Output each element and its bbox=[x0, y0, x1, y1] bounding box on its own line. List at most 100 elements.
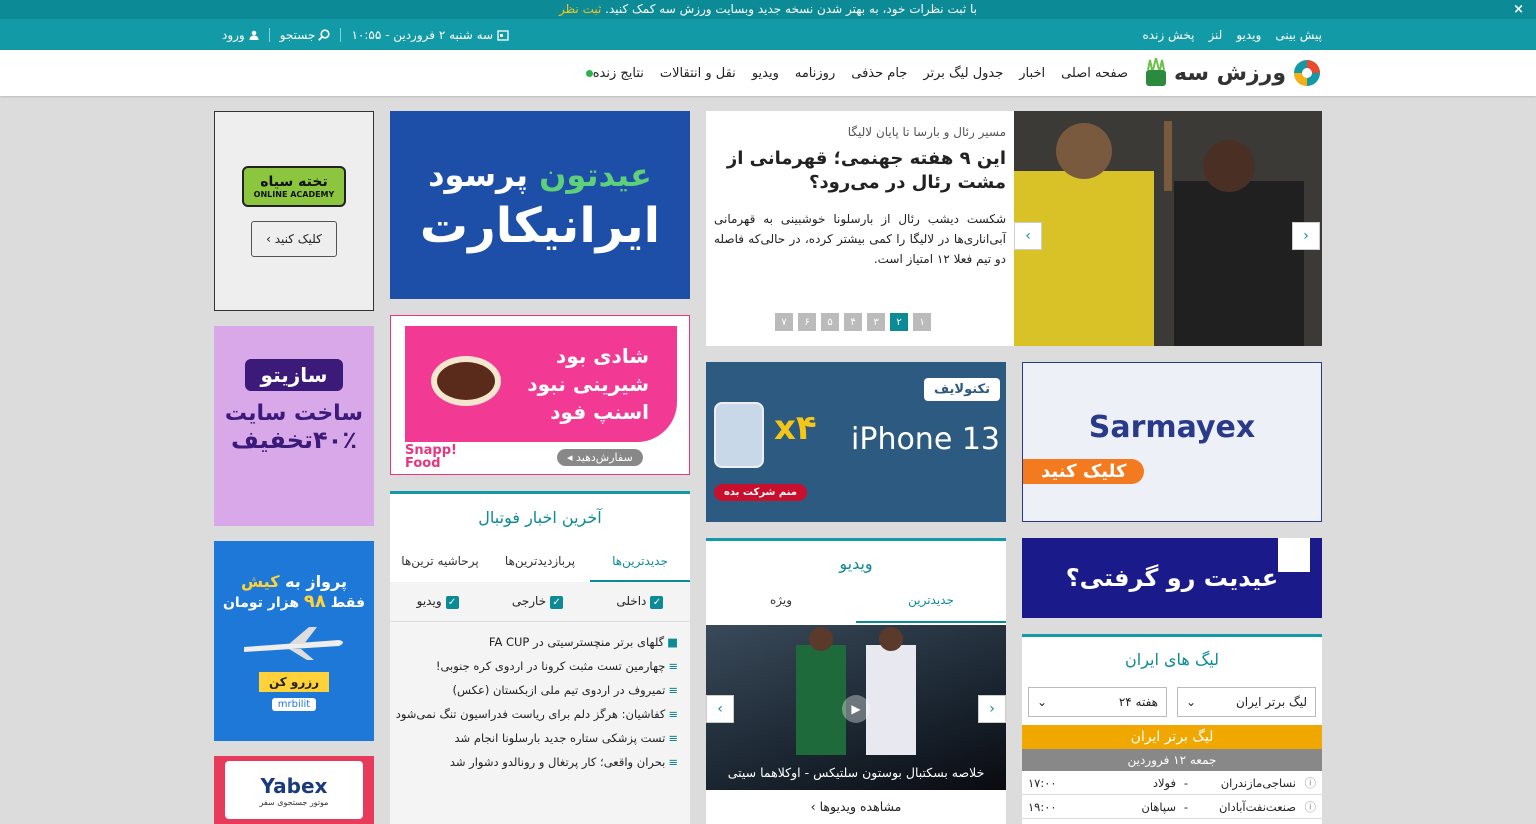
news-item[interactable]: ≡بحران واقعی؛ کار پرتغال و رونالدو دشوار… bbox=[390, 750, 690, 774]
play-icon[interactable]: ▶ bbox=[842, 695, 870, 723]
sazito-ad[interactable]: سازیتو ساخت سایت ۴۰٪تخفیف bbox=[214, 326, 374, 526]
logo-icon bbox=[1294, 60, 1320, 86]
news-item[interactable]: ■گلهای برتر منچسترسیتی در FA CUP bbox=[390, 630, 690, 654]
technolife-ad[interactable]: تکنولایف iPhone 13 x۴ منم شرکت بده bbox=[706, 362, 1006, 522]
home-team: نساجی‌مازندران bbox=[1220, 775, 1296, 790]
nav-video[interactable]: ویدیو bbox=[752, 66, 779, 81]
slider-page[interactable]: ۵ bbox=[821, 313, 839, 331]
video-prev-button[interactable]: ‹ bbox=[706, 695, 734, 723]
topbar-link-prediction[interactable]: پیش بینی bbox=[1275, 28, 1322, 42]
nav-newspaper[interactable]: روزنامه bbox=[795, 66, 835, 81]
news-item[interactable]: ≡تست پزشکی ستاره جدید بارسلونا انجام شد bbox=[390, 726, 690, 750]
divider bbox=[268, 27, 270, 42]
filter-foreign[interactable]: ✓خارجی bbox=[511, 594, 564, 609]
main-nav: ورزش سه صفحه اصلی اخبار جدول لیگ برتر جا… bbox=[0, 50, 1536, 96]
league-title: لیگ های ایران bbox=[1125, 650, 1219, 669]
mrbilit-ad[interactable]: پرواز به کیش فقط ۹۸ هزار تومان رزرو کن m… bbox=[214, 541, 374, 741]
nav-home[interactable]: صفحه اصلی bbox=[1061, 66, 1128, 81]
technolife-x4: x۴ bbox=[774, 408, 817, 448]
filter-label: خارجی bbox=[511, 594, 547, 608]
feedback-link[interactable]: ثبت نظر bbox=[559, 2, 601, 16]
sarmayex-click-button[interactable]: کلیک کنید bbox=[1023, 459, 1145, 484]
yabex-brand: Yabex bbox=[260, 773, 328, 798]
filter-label: داخلی bbox=[616, 594, 647, 608]
tab-video-latest[interactable]: جدیدترین bbox=[856, 587, 1006, 623]
filter-domestic[interactable]: ✓داخلی bbox=[616, 594, 664, 609]
slider-page[interactable]: ۱ bbox=[913, 313, 931, 331]
iranicard-porsud: پرسود bbox=[428, 156, 528, 194]
snappfood-order-button[interactable]: سفارش‌دهید ◂ bbox=[557, 449, 643, 466]
chevron-left-icon: ‹ bbox=[717, 701, 723, 717]
tab-most-viewed[interactable]: پربازدیدترین‌ها bbox=[490, 542, 590, 582]
nav-live-results[interactable]: نتایج زنده bbox=[582, 66, 644, 81]
nav-league-table[interactable]: جدول لیگ برتر bbox=[923, 66, 1003, 81]
home-team: صنعت‌نفت‌آبادان bbox=[1218, 799, 1296, 814]
filter-video[interactable]: ✓ویدیو bbox=[417, 594, 459, 609]
mrbilit-fly: پرواز به bbox=[285, 571, 347, 591]
slider-page[interactable]: ۷ bbox=[775, 313, 793, 331]
site-logo[interactable]: ورزش سه bbox=[1144, 58, 1322, 88]
league-select[interactable]: لیگ برتر ایران ⌄ bbox=[1177, 687, 1316, 717]
news-item[interactable]: ≡چهارمین تست مثبت کرونا در اردوی کره جنو… bbox=[390, 654, 690, 678]
news-filters: ✓داخلی ✓خارجی ✓ویدیو bbox=[390, 582, 690, 622]
news-title: کفاشیان: هرگز دلم برای ریاست فدراسیون تن… bbox=[395, 707, 666, 721]
nav-news[interactable]: اخبار bbox=[1019, 66, 1045, 81]
snappfood-line: شیرینی نبود bbox=[527, 372, 649, 396]
news-item[interactable]: ≡کفاشیان: هرگز دلم برای ریاست فدراسیون ت… bbox=[390, 702, 690, 726]
video-thumbnail[interactable]: ▶ خلاصه بسکتبال بوستون سلتیکس - اوکلاهما… bbox=[706, 625, 1006, 790]
slider-page[interactable]: ۴ bbox=[844, 313, 862, 331]
search-button[interactable]: جستجو bbox=[280, 28, 331, 42]
technolife-cta-button[interactable]: منم شرکت بده bbox=[714, 484, 807, 501]
iranicard-ad[interactable]: عیدتون پرسود ایرانیکارت bbox=[390, 111, 690, 299]
info-icon[interactable]: ⓘ bbox=[1296, 799, 1317, 815]
mrbilit-price: ۹۸ bbox=[303, 590, 326, 612]
sarmayex-ad[interactable]: Sarmayex کلیک کنید bbox=[1022, 362, 1322, 522]
nav-hazfi-cup[interactable]: جام حذفی bbox=[851, 66, 907, 81]
slider-page[interactable]: ۳ bbox=[867, 313, 885, 331]
mrbilit-book-button[interactable]: رزرو کن bbox=[258, 671, 330, 692]
text-icon: ≡ bbox=[668, 755, 678, 769]
match-row[interactable]: ⓘ نساجی‌مازندران - فولاد ۱۷:۰۰ bbox=[1022, 771, 1322, 795]
more-videos-link[interactable]: مشاهده ویدیوها › bbox=[706, 799, 1006, 814]
checkbox-checked-icon: ✓ bbox=[550, 596, 564, 609]
slider-page-active[interactable]: ۲ bbox=[890, 313, 908, 331]
text-icon: ≡ bbox=[668, 659, 678, 673]
slider-prev-button[interactable]: ‹ bbox=[1014, 222, 1042, 250]
news-item[interactable]: ≡تمیروف در اردوی تیم ملی ازبکستان (عکس) bbox=[390, 678, 690, 702]
slider-page[interactable]: ۶ bbox=[798, 313, 816, 331]
close-icon[interactable]: × bbox=[1513, 0, 1524, 19]
academy-brand: تخته سیاه bbox=[260, 173, 328, 190]
academy-click-button[interactable]: کلیک کنید › bbox=[251, 220, 337, 257]
academy-ad[interactable]: تخته سیاه ONLINE ACADEMY کلیک کنید › bbox=[214, 111, 374, 311]
chevron-left-icon: ‹ bbox=[1025, 228, 1031, 244]
match-row[interactable]: ⓘ صنعت‌نفت‌آبادان - سپاهان ۱۹:۰۰ bbox=[1022, 795, 1322, 819]
topbar-link-live[interactable]: پخش زنده bbox=[1143, 28, 1195, 42]
week-select[interactable]: هفته ۲۴ ⌄ bbox=[1028, 687, 1167, 717]
snappfood-ad[interactable]: شادی بود شیرینی نبود اسنپ فود Snapp! Foo… bbox=[390, 315, 690, 475]
chevron-down-icon: ⌄ bbox=[1186, 695, 1197, 709]
tab-video-special[interactable]: ویژه bbox=[706, 587, 856, 623]
yabex-sub: موتور جستجوی سفر bbox=[259, 797, 329, 807]
info-icon[interactable]: ⓘ bbox=[1296, 775, 1317, 791]
away-team: سپاهان bbox=[1141, 799, 1176, 814]
login-label: ورود bbox=[222, 27, 245, 42]
topbar-link-lens[interactable]: لنز bbox=[1208, 28, 1222, 42]
slider-title[interactable]: این ۹ هفته جهنمی؛ قهرمانی از مشت رئال در… bbox=[714, 147, 1006, 195]
sazito-logo: سازیتو bbox=[244, 358, 344, 391]
cake-icon bbox=[431, 356, 501, 406]
mrbilit-brand: mrbilit bbox=[271, 697, 317, 711]
yabex-ad[interactable]: Yabex موتور جستجوی سفر bbox=[214, 756, 374, 824]
nav-transfers[interactable]: نقل و انتقالات bbox=[660, 66, 736, 81]
academy-logo: تخته سیاه ONLINE ACADEMY bbox=[241, 165, 347, 207]
chevron-down-icon: ⌄ bbox=[1037, 695, 1048, 709]
faraz-ad[interactable]: عیدیت رو گرفتی؟ bbox=[1022, 538, 1322, 618]
slider-image[interactable] bbox=[1014, 111, 1322, 346]
tab-latest[interactable]: جدیدترین‌ها bbox=[590, 542, 690, 582]
iranicard-line1: عیدتون پرسود bbox=[428, 156, 652, 194]
video-next-button[interactable]: › bbox=[978, 695, 1006, 723]
login-button[interactable]: ورود bbox=[222, 28, 259, 42]
tab-controversial[interactable]: پرحاشیه ترین‌ها bbox=[390, 542, 490, 582]
topbar-link-video[interactable]: ویدیو bbox=[1236, 28, 1261, 42]
search-label: جستجو bbox=[279, 27, 316, 42]
slider-next-button[interactable]: › bbox=[1292, 222, 1320, 250]
